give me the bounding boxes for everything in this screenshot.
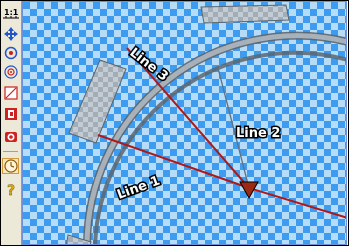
- image-viewport[interactable]: Line 3 Line 2 Line 1: [22, 1, 347, 245]
- camera-icon: [4, 132, 17, 142]
- rotate-icon: [4, 46, 17, 60]
- measure-icon: [3, 86, 18, 100]
- toolbar: 1:1 ?: [1, 1, 22, 245]
- svg-text:?: ?: [7, 183, 15, 197]
- measurement-canvas[interactable]: Line 3 Line 2 Line 1: [23, 2, 347, 245]
- line-2-label: Line 2: [236, 126, 280, 141]
- zoom-to-fit-icon: 1:1: [2, 8, 19, 19]
- svg-text:1:1: 1:1: [4, 8, 19, 17]
- help-button[interactable]: ?: [2, 181, 19, 197]
- timer-button[interactable]: [2, 158, 19, 174]
- help-icon: ?: [6, 183, 15, 197]
- calibrate-button[interactable]: [2, 106, 19, 122]
- measure-button[interactable]: [2, 85, 19, 101]
- target-button[interactable]: [2, 64, 19, 80]
- toolbar-separator: [3, 151, 18, 152]
- rotate-button[interactable]: [2, 45, 19, 61]
- timer-icon: [3, 159, 18, 173]
- target-icon: [3, 65, 18, 79]
- pan-icon: [3, 27, 18, 41]
- camera-button[interactable]: [2, 129, 19, 145]
- calibrate-icon: [4, 108, 17, 120]
- pan-button[interactable]: [2, 26, 19, 42]
- zoom-one-to-one-button[interactable]: 1:1: [2, 4, 19, 20]
